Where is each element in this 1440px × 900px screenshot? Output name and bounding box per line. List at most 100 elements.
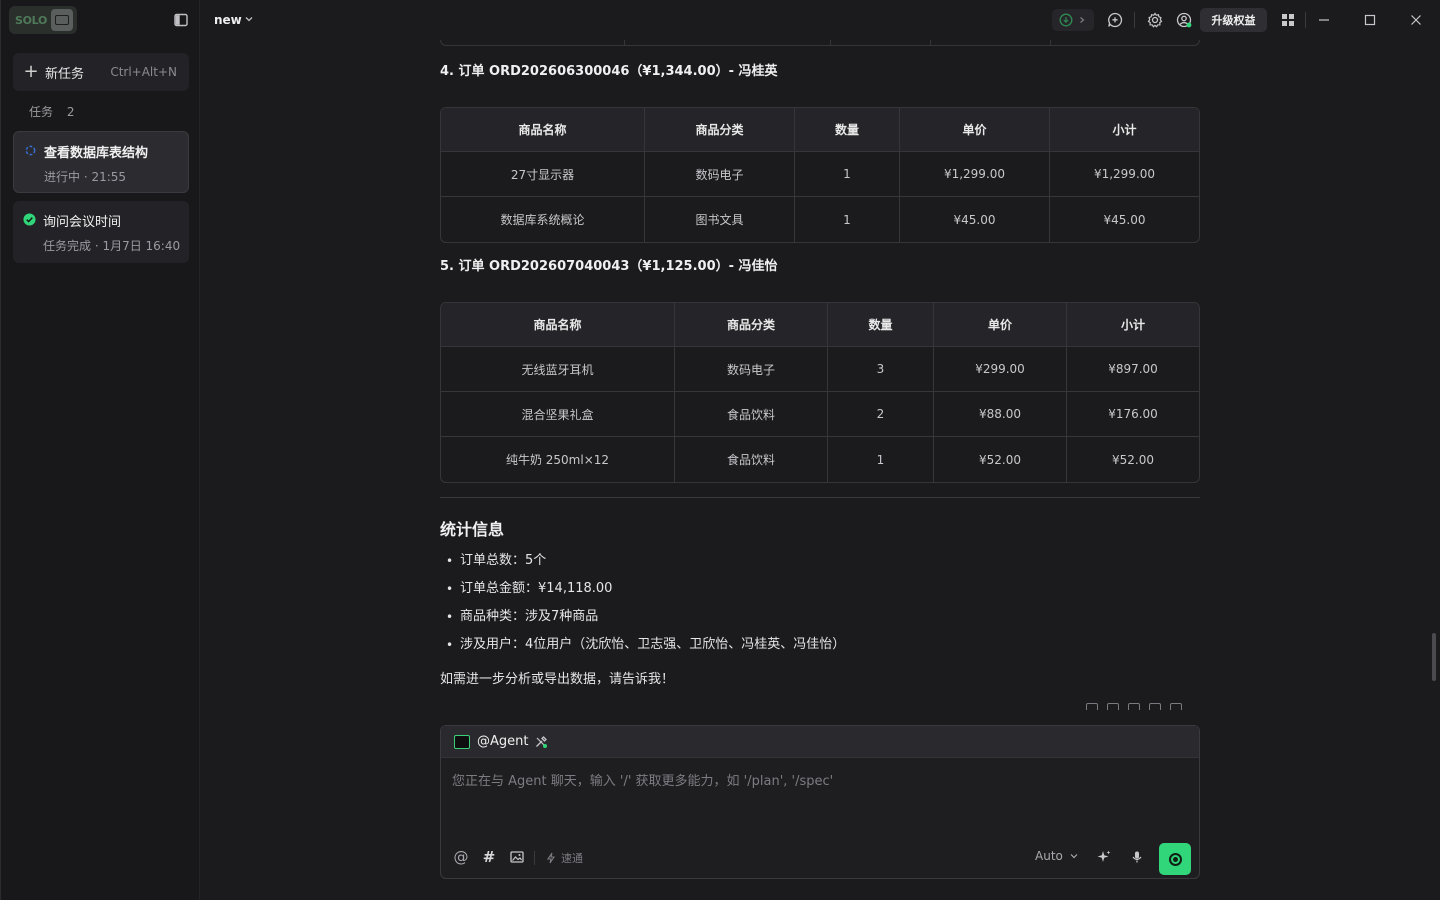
previous-table-bottom <box>440 40 1200 46</box>
app-logo[interactable]: SOLO <box>9 6 77 34</box>
model-selector[interactable]: Auto <box>1035 849 1079 863</box>
agent-icon <box>454 734 470 749</box>
composer-toolbar: @ # 速通 Auto <box>441 836 1199 878</box>
maximize-icon[interactable] <box>1361 11 1379 29</box>
toolbar-divider <box>1305 12 1306 28</box>
more-icon[interactable] <box>1170 703 1182 710</box>
table-cell: ¥1,299.00 <box>1050 152 1199 197</box>
table-cell: ¥45.00 <box>900 197 1050 242</box>
table-cell: 2 <box>828 392 934 437</box>
account-icon[interactable] <box>1175 11 1193 29</box>
thumbs-up-icon[interactable] <box>1086 703 1098 710</box>
table-cell: 食品饮料 <box>675 392 828 437</box>
task-title: 查看数据库表结构 <box>44 146 149 161</box>
column-header: 小计 <box>1067 303 1199 347</box>
column-header: 商品分类 <box>645 108 795 152</box>
table-cell: 3 <box>828 347 934 392</box>
task-item-running[interactable]: 查看数据库表结构 进行中 · 21:55 <box>13 131 189 193</box>
table-header-row: 商品名称 商品分类 数量 单价 小计 <box>441 303 1199 347</box>
table-cell: ¥88.00 <box>934 392 1067 437</box>
stat-text: 订单总数：5个 <box>460 553 547 568</box>
toolbar-divider <box>534 851 535 865</box>
tools-icon[interactable] <box>534 735 548 749</box>
new-task-button[interactable]: + 新任务 Ctrl+Alt+N <box>13 53 189 91</box>
send-button[interactable] <box>1159 843 1191 875</box>
minimize-icon[interactable] <box>1315 11 1333 29</box>
chevron-down-icon[interactable] <box>244 14 254 24</box>
column-header: 单价 <box>900 108 1050 152</box>
layout-grid-icon[interactable] <box>1279 11 1297 29</box>
stats-list: • 订单总数：5个 • 订单总金额：¥14,118.00 • 商品种类：涉及7种商品 … <box>446 552 845 664</box>
table-cell: 1 <box>795 152 900 197</box>
top-bar: new 升级权益 <box>201 0 1440 40</box>
task-subtitle: 任务完成 · 1月7日 16:40 <box>43 239 181 253</box>
order-5-table: 商品名称 商品分类 数量 单价 小计 无线蓝牙耳机 数码电子 3 ¥299.00… <box>440 302 1200 483</box>
toolbar-divider <box>1134 12 1135 28</box>
microphone-icon[interactable] <box>1129 849 1145 865</box>
check-circle-icon <box>23 213 36 226</box>
retry-icon[interactable] <box>1149 703 1161 710</box>
speed-label: 速通 <box>561 852 583 865</box>
column-header: 商品分类 <box>675 303 828 347</box>
settings-gear-icon[interactable] <box>1146 11 1164 29</box>
image-icon[interactable] <box>509 849 525 865</box>
speed-mode-toggle[interactable]: 速通 <box>545 850 583 866</box>
chevron-right-icon <box>1080 17 1085 23</box>
close-icon[interactable] <box>1407 11 1425 29</box>
column-header: 单价 <box>934 303 1067 347</box>
table-row: 纯牛奶 250ml×12 食品饮料 1 ¥52.00 ¥52.00 <box>441 437 1199 482</box>
table-cell: 1 <box>828 437 934 482</box>
table-cell: ¥1,299.00 <box>900 152 1050 197</box>
table-cell: 食品饮料 <box>675 437 828 482</box>
agent-mention-label[interactable]: @Agent <box>477 734 528 749</box>
scrollbar-thumb[interactable] <box>1432 633 1436 681</box>
copy-icon[interactable] <box>1107 703 1119 710</box>
stat-text: 涉及用户：4位用户（沈欣怡、卫志强、卫欣怡、冯桂英、冯佳怡） <box>460 637 846 652</box>
order-4-title: 4. 订单 ORD202606300046（¥1,344.00）- 冯桂英 <box>440 64 778 79</box>
download-status-icon <box>1059 13 1073 27</box>
tasks-heading: 任务 2 <box>29 103 74 120</box>
table-cell: ¥45.00 <box>1103 212 1146 227</box>
sparkle-icon[interactable] <box>1096 849 1112 865</box>
column-header: 商品名称 <box>441 108 645 152</box>
bookmark-icon[interactable] <box>1128 703 1140 710</box>
new-task-shortcut: Ctrl+Alt+N <box>110 65 177 79</box>
stat-text: 商品种类：涉及7种商品 <box>460 609 599 624</box>
list-item: • 涉及用户：4位用户（沈欣怡、卫志强、卫欣怡、冯桂英、冯佳怡） <box>446 636 845 664</box>
table-cell: 数据库系统概论 <box>441 197 645 242</box>
list-item: • 商品种类：涉及7种商品 <box>446 608 845 636</box>
sidebar-toggle-icon[interactable] <box>173 12 189 28</box>
logo-mark-icon <box>51 9 73 31</box>
chat-composer: @Agent 您正在与 Agent 聊天，输入 '/' 获取更多能力，如 '/p… <box>440 725 1200 879</box>
model-label: Auto <box>1035 849 1063 863</box>
section-divider <box>440 497 1200 498</box>
order-5-title: 5. 订单 ORD202607040043（¥1,125.00）- 冯佳怡 <box>440 259 778 274</box>
order-4-table: 商品名称 商品分类 数量 单价 小计 27寸显示器 数码电子 1 ¥1,299.… <box>440 107 1200 243</box>
tasks-count: 2 <box>66 105 75 119</box>
upgrade-button[interactable]: 升级权益 <box>1200 8 1267 32</box>
chat-main: 4. 订单 ORD202606300046（¥1,344.00）- 冯桂英 商品… <box>201 40 1440 900</box>
table-cell: 数码电子 <box>645 152 795 197</box>
lightning-icon <box>546 852 556 864</box>
table-cell: ¥897.00 <box>1067 347 1199 392</box>
task-title: 询问会议时间 <box>43 215 122 230</box>
tab-title[interactable]: new <box>214 13 242 27</box>
message-input[interactable]: 您正在与 Agent 聊天，输入 '/' 获取更多能力，如 '/plan', '… <box>452 770 833 789</box>
column-header: 数量 <box>828 303 934 347</box>
composer-header: @Agent <box>441 726 1199 758</box>
spinner-icon <box>25 145 36 156</box>
table-cell: 无线蓝牙耳机 <box>441 347 675 392</box>
task-item-done[interactable]: 询问会议时间 任务完成 · 1月7日 16:40 <box>13 201 189 263</box>
list-item: • 订单总数：5个 <box>446 552 845 580</box>
hashtag-icon[interactable]: # <box>481 849 497 865</box>
feedback-icon[interactable] <box>1106 11 1124 29</box>
table-cell: 纯牛奶 250ml×12 <box>441 437 675 482</box>
table-cell: 数码电子 <box>675 347 828 392</box>
stats-heading: 统计信息 <box>440 520 505 539</box>
mention-icon[interactable]: @ <box>453 849 469 865</box>
sync-status-pill[interactable] <box>1052 9 1094 31</box>
table-cell: ¥52.00 <box>1112 452 1154 467</box>
closing-message: 如需进一步分析或导出数据，请告诉我！ <box>440 672 675 687</box>
stat-text: 订单总金额：¥14,118.00 <box>460 581 613 596</box>
column-header: 数量 <box>795 108 900 152</box>
